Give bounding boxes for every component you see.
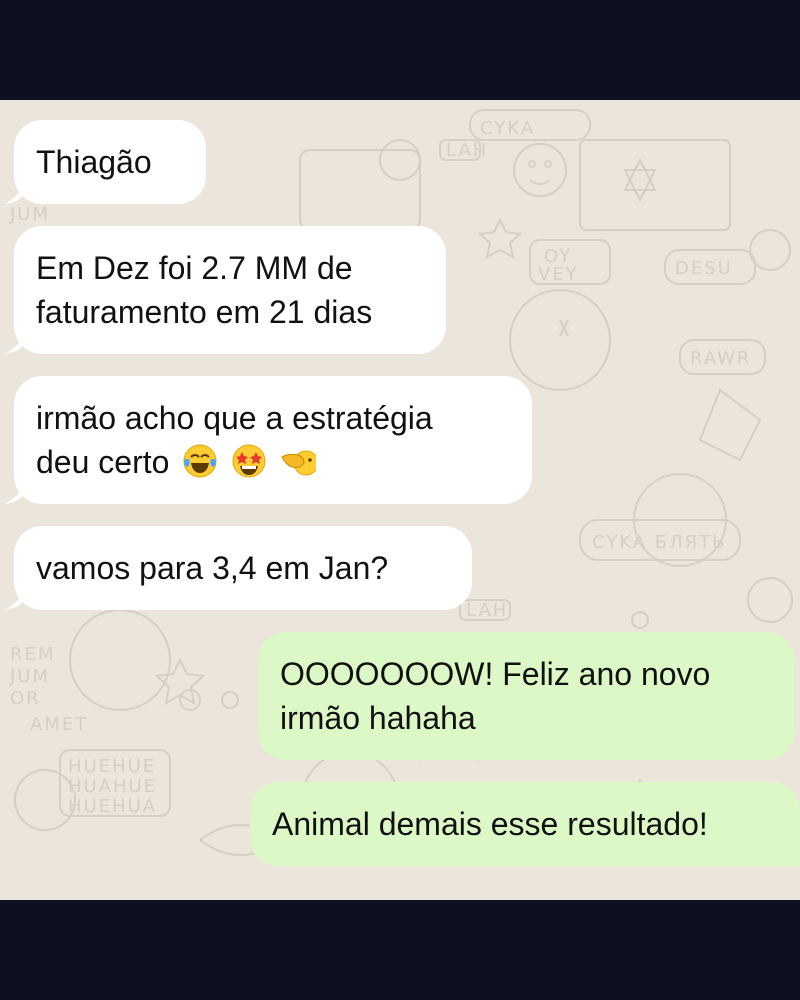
outgoing-message-bubble[interactable]: OOOOOOOW! Feliz ano novo irmão hahaha bbox=[258, 632, 794, 760]
bottom-black-bar bbox=[0, 900, 800, 1000]
message-text-line: Em Dez foi 2.7 MM de bbox=[36, 250, 353, 286]
svg-text:RAWR: RAWR bbox=[690, 348, 751, 369]
svg-text:VEY: VEY bbox=[538, 264, 579, 285]
incoming-message-bubble[interactable]: irmão acho que a estratégia deu certo bbox=[14, 376, 532, 504]
message-text-line-with-emojis: deu certo bbox=[36, 440, 510, 484]
incoming-message-bubble[interactable]: Em Dez foi 2.7 MM de faturamento em 21 d… bbox=[14, 226, 446, 354]
bubble-tail bbox=[4, 182, 26, 204]
bubble-tail bbox=[4, 332, 26, 354]
bubble-tail bbox=[4, 588, 26, 610]
svg-text:AMET: AMET bbox=[30, 714, 88, 735]
face-with-tears-of-joy-icon bbox=[183, 444, 217, 478]
message-text-line: OOOOOOOW! Feliz ano novo bbox=[280, 656, 711, 692]
svg-text:LAH: LAH bbox=[446, 140, 488, 161]
message-text: Animal demais esse resultado! bbox=[272, 806, 708, 842]
message-text-line: irmão hahaha bbox=[280, 700, 476, 736]
svg-text:JUM: JUM bbox=[9, 204, 50, 225]
svg-text:CYKA: CYKA bbox=[480, 118, 535, 139]
message-text-line: faturamento em 21 dias bbox=[36, 294, 373, 330]
top-black-bar bbox=[0, 0, 800, 100]
pointing-left-hand-icon bbox=[281, 450, 317, 476]
incoming-message-bubble[interactable]: vamos para 3,4 em Jan? bbox=[14, 526, 472, 610]
bubble-tail bbox=[4, 482, 26, 504]
chat-area[interactable]: CYKA OY VEY DESU RAWR CYKA БЛЯТЬ LAH JUM … bbox=[0, 100, 800, 900]
svg-text:HUEHUE: HUEHUE bbox=[68, 756, 156, 777]
svg-text:OR: OR bbox=[10, 688, 41, 709]
svg-text:REM: REM bbox=[10, 644, 55, 665]
outgoing-message-bubble[interactable]: Animal demais esse resultado! bbox=[250, 782, 800, 866]
star-struck-icon bbox=[232, 444, 266, 478]
svg-text:LAH: LAH bbox=[466, 600, 508, 621]
message-text-line: irmão acho que a estratégia bbox=[36, 400, 433, 436]
svg-text:JUM: JUM bbox=[9, 666, 50, 687]
svg-text:CYKA БЛЯТЬ: CYKA БЛЯТЬ bbox=[592, 532, 727, 553]
svg-text:DESU: DESU bbox=[675, 258, 733, 279]
message-text: vamos para 3,4 em Jan? bbox=[36, 550, 389, 586]
message-text: Thiagão bbox=[36, 144, 152, 180]
message-text: deu certo bbox=[36, 444, 170, 480]
svg-text:HUAHUE: HUAHUE bbox=[68, 776, 157, 797]
svg-text:HUEHUA: HUEHUA bbox=[68, 796, 157, 817]
incoming-message-bubble[interactable]: Thiagão bbox=[14, 120, 206, 204]
